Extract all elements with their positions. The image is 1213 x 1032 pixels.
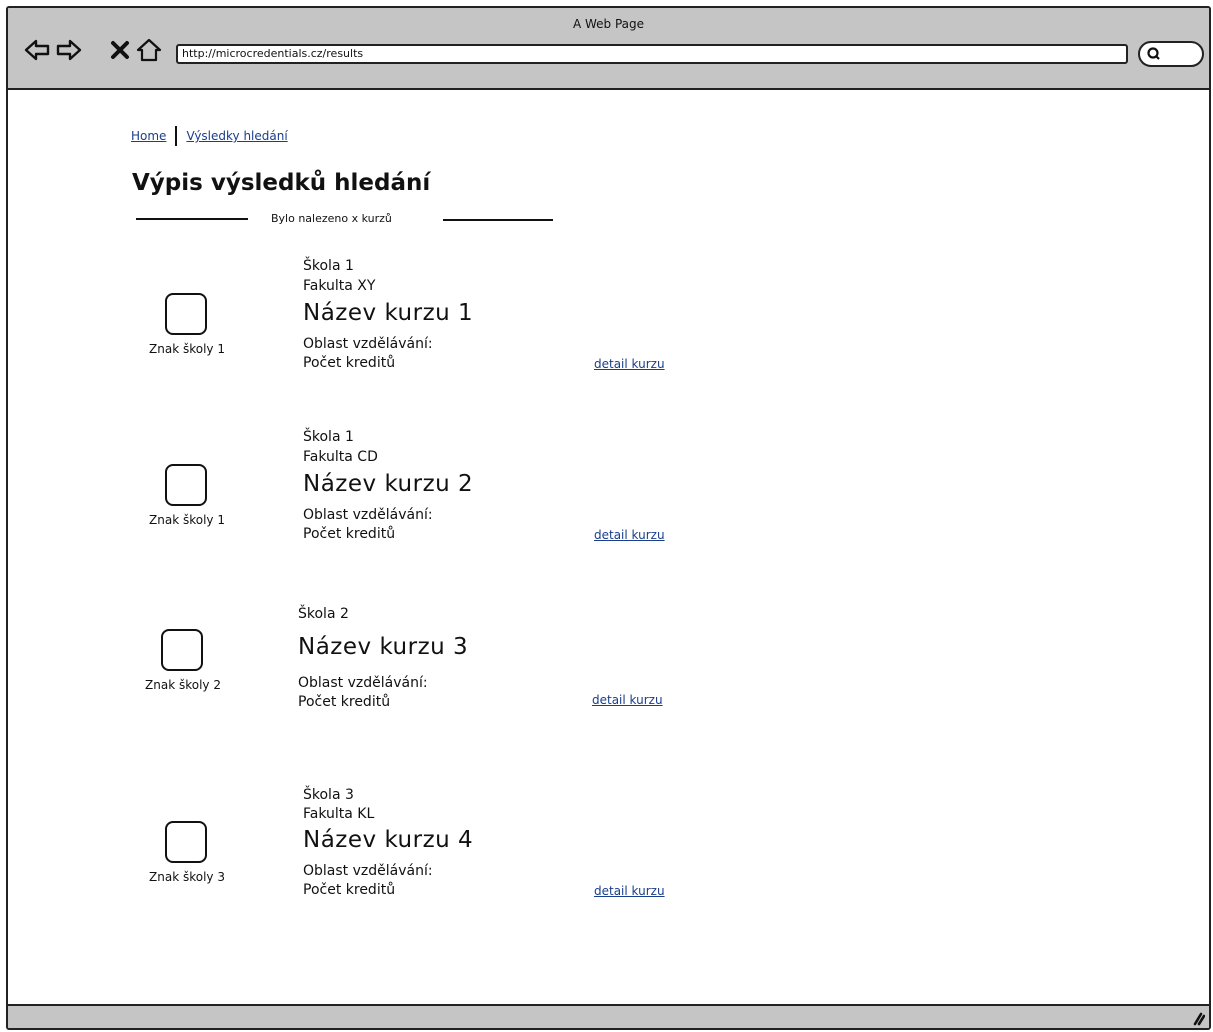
school-logo-placeholder — [165, 821, 207, 863]
course-title: Název kurzu 4 — [303, 827, 474, 853]
result-item: Znak školy 1 Škola 1 Fakulta CD Název ku… — [8, 427, 808, 587]
back-icon[interactable] — [24, 38, 50, 62]
school-name: Škola 1 — [303, 429, 354, 445]
breadcrumb-current-link[interactable]: Výsledky hledání — [186, 129, 287, 143]
school-logo-placeholder — [165, 464, 207, 506]
result-item: Znak školy 3 Škola 3 Fakulta KL Název ku… — [8, 785, 808, 945]
search-field[interactable] — [1138, 41, 1204, 67]
breadcrumb-separator — [175, 126, 178, 146]
browser-statusbar — [8, 1004, 1209, 1028]
search-icon — [1147, 47, 1160, 60]
education-area: Oblast vzdělávání: — [298, 675, 428, 691]
url-bar[interactable]: http://microcredentials.cz/results — [176, 44, 1128, 64]
breadcrumb: Home Výsledky hledání — [131, 126, 288, 146]
education-area: Oblast vzdělávání: — [303, 863, 433, 879]
credit-count: Počet kreditů — [303, 355, 396, 371]
stop-icon[interactable] — [110, 38, 134, 62]
course-detail-link[interactable]: detail kurzu — [594, 884, 665, 898]
faculty-name: Fakulta CD — [303, 449, 378, 465]
credit-count: Počet kreditů — [303, 882, 396, 898]
home-icon[interactable] — [136, 38, 162, 62]
course-title: Název kurzu 2 — [303, 471, 474, 497]
school-name: Škola 2 — [298, 606, 349, 622]
course-title: Název kurzu 3 — [298, 634, 469, 660]
window-title: A Web Page — [572, 17, 645, 31]
faculty-name: Fakulta KL — [303, 806, 375, 822]
divider-left — [136, 218, 248, 220]
credit-count: Počet kreditů — [298, 694, 391, 710]
school-logo-placeholder — [161, 629, 203, 671]
result-item: Znak školy 1 Škola 1 Fakulta XY Název ku… — [8, 256, 808, 416]
divider-right — [443, 219, 553, 221]
faculty-name: Fakulta XY — [303, 278, 376, 294]
school-logo-caption: Znak školy 1 — [149, 513, 225, 527]
course-detail-link[interactable]: detail kurzu — [594, 357, 665, 371]
course-detail-link[interactable]: detail kurzu — [594, 528, 665, 542]
course-detail-link[interactable]: detail kurzu — [592, 693, 663, 707]
school-logo-caption: Znak školy 1 — [149, 342, 225, 356]
resize-grip-icon[interactable] — [1187, 1010, 1205, 1026]
result-item: Znak školy 2 Škola 2 Název kurzu 3 Oblas… — [8, 604, 808, 764]
school-name: Škola 3 — [303, 787, 354, 803]
school-logo-placeholder — [165, 293, 207, 335]
result-count: Bylo nalezeno x kurzů — [271, 212, 392, 225]
education-area: Oblast vzdělávání: — [303, 336, 433, 352]
school-name: Škola 1 — [303, 258, 354, 274]
browser-titlebar: A Web Page http://microcredentials.cz/re… — [8, 8, 1209, 90]
breadcrumb-home-link[interactable]: Home — [131, 129, 166, 143]
page-title: Výpis výsledků hledání — [132, 170, 431, 196]
course-title: Název kurzu 1 — [303, 300, 474, 326]
education-area: Oblast vzdělávání: — [303, 507, 433, 523]
forward-icon[interactable] — [56, 38, 82, 62]
browser-window: A Web Page http://microcredentials.cz/re… — [6, 6, 1211, 1030]
school-logo-caption: Znak školy 2 — [145, 678, 221, 692]
credit-count: Počet kreditů — [303, 526, 396, 542]
school-logo-caption: Znak školy 3 — [149, 870, 225, 884]
